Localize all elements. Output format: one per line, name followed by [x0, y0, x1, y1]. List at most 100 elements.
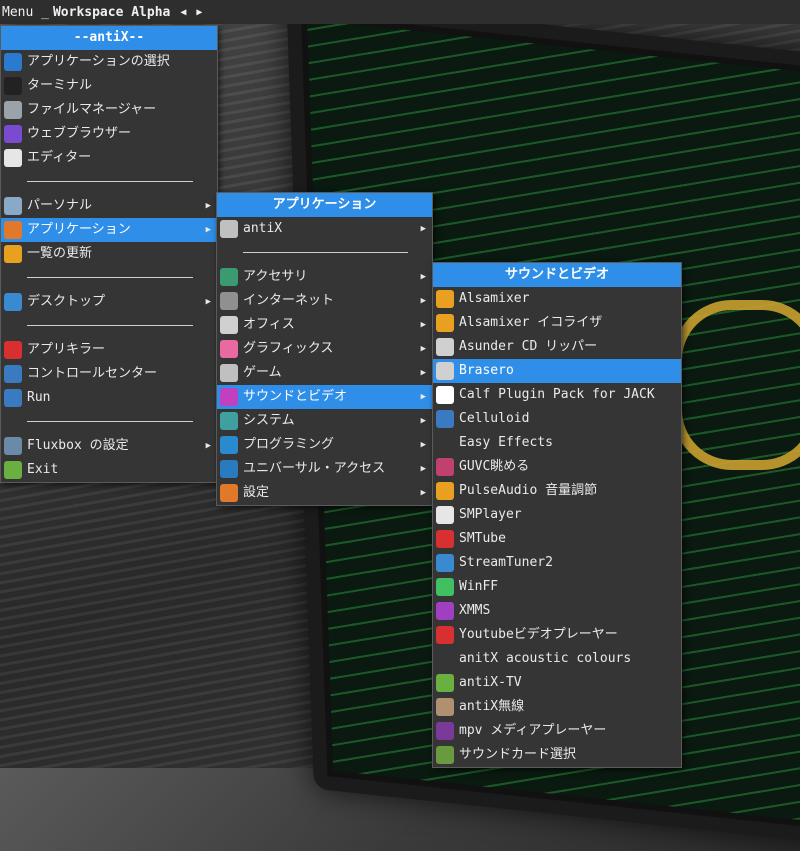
- menu-item-apps_menu-9[interactable]: プログラミング ▶: [217, 433, 432, 457]
- sound-video-submenu: サウンドとビデオ Alsamixer Alsamixer イコライザ Asunder…: [432, 262, 682, 768]
- system-icon: [220, 412, 238, 430]
- game-icon: [220, 364, 238, 382]
- close-icon: [4, 341, 22, 359]
- menu-item-smtube[interactable]: SMTube: [433, 527, 681, 551]
- submenu-arrow-icon: ▶: [205, 225, 211, 235]
- menu-item-sound_menu-19[interactable]: サウンドカード選択: [433, 743, 681, 767]
- office-icon: [220, 316, 238, 334]
- menu-item-exit[interactable]: Exit: [1, 458, 217, 482]
- menu-item-main_menu-4[interactable]: エディター: [1, 146, 217, 170]
- menu-item-celluloid[interactable]: Celluloid: [433, 407, 681, 431]
- menu-item-youtube[interactable]: Youtubeビデオプレーヤー: [433, 623, 681, 647]
- menu-item-apps_menu-2[interactable]: アクセサリ ▶: [217, 265, 432, 289]
- menu-item-anitx-acoustic-colours[interactable]: anitX acoustic colours: [433, 647, 681, 671]
- menu-item-label: SMPlayer: [459, 507, 522, 522]
- calf-icon: [436, 386, 454, 404]
- menu-item-alsamixer[interactable]: Alsamixer: [433, 287, 681, 311]
- menu-item-main_menu-6[interactable]: パーソナル ▶: [1, 194, 217, 218]
- menu-item-alsamixer[interactable]: Alsamixer イコライザ: [433, 311, 681, 335]
- exit-icon: [4, 461, 22, 479]
- menu-item-calf-plugin-pack-for-jack[interactable]: Calf Plugin Pack for JACK: [433, 383, 681, 407]
- menu-item-smplayer[interactable]: SMPlayer: [433, 503, 681, 527]
- menu-item-guvc[interactable]: GUVC眺める: [433, 455, 681, 479]
- menu-item-label: anitX acoustic colours: [459, 651, 632, 666]
- accessories-icon: [220, 268, 238, 286]
- menu-item-label: mpv メディアプレーヤー: [459, 723, 607, 738]
- menu-item-brasero[interactable]: Brasero: [433, 359, 681, 383]
- menu-item-label: サウンドとビデオ: [243, 389, 348, 404]
- menu-item-label: Asunder CD リッパー: [459, 339, 598, 354]
- webcam-icon: [436, 458, 454, 476]
- menu-item-antix-tv[interactable]: antiX-TV: [433, 671, 681, 695]
- menu-item-antix[interactable]: antiX ▶: [217, 217, 432, 241]
- submenu-arrow-icon: ▶: [420, 344, 426, 354]
- menu-item-main_menu-2[interactable]: ファイルマネージャー: [1, 98, 217, 122]
- menu-item-apps_menu-10[interactable]: ユニバーサル・アクセス ▶: [217, 457, 432, 481]
- wallpaper-gold-ornament: [672, 300, 800, 470]
- speaker-icon: [436, 314, 454, 332]
- terminal-icon: [4, 77, 22, 95]
- menu-item-fluxbox[interactable]: Fluxbox の設定 ▶: [1, 434, 217, 458]
- editor-icon: [4, 149, 22, 167]
- menu-item-easy-effects[interactable]: Easy Effects: [433, 431, 681, 455]
- menu-item-apps_menu-6[interactable]: ゲーム ▶: [217, 361, 432, 385]
- network-icon: [220, 292, 238, 310]
- workspace-name[interactable]: Workspace Alpha: [53, 5, 170, 20]
- volume-icon: [436, 482, 454, 500]
- menu-item-antix[interactable]: antiX無線: [433, 695, 681, 719]
- menu-item-main_menu-1[interactable]: ターミナル: [1, 74, 217, 98]
- menu-item-main_menu-0[interactable]: アプリケーションの選択: [1, 50, 217, 74]
- prev-workspace-icon[interactable]: ◀: [180, 7, 186, 18]
- menu-item-label: Exit: [27, 462, 59, 477]
- menu-separator: [1, 410, 217, 434]
- menu-item-run[interactable]: Run: [1, 386, 217, 410]
- menu-item-apps_menu-11[interactable]: 設定 ▶: [217, 481, 432, 505]
- main-menu: --antiX-- アプリケーションの選択 ターミナル ファイルマネージャー ウェブブ…: [0, 25, 218, 483]
- menu-item-label: サウンドカード選択: [459, 747, 577, 762]
- menu-item-label: アクセサリ: [243, 269, 308, 284]
- top-panel: Menu _ Workspace Alpha ◀ ▶: [0, 0, 800, 24]
- menu-item-apps_menu-7[interactable]: サウンドとビデオ ▶: [217, 385, 432, 409]
- submenu-arrow-icon: ▶: [420, 464, 426, 474]
- menu-item-main_menu-13[interactable]: コントロールセンター: [1, 362, 217, 386]
- submenu-arrow-icon: ▶: [420, 296, 426, 306]
- youtube-icon: [436, 530, 454, 548]
- desktop-icon: [4, 293, 22, 311]
- menu-item-main_menu-8[interactable]: 一覧の更新: [1, 242, 217, 266]
- submenu-arrow-icon: ▶: [420, 368, 426, 378]
- menu-item-label: アプリケーションの選択: [27, 54, 170, 69]
- menu-item-xmms[interactable]: XMMS: [433, 599, 681, 623]
- menu-item-label: Brasero: [459, 363, 514, 378]
- menu-item-streamtuner2[interactable]: StreamTuner2: [433, 551, 681, 575]
- menu-item-label: ターミナル: [27, 78, 93, 93]
- menu-item-label: アプリキラー: [27, 342, 106, 357]
- menu-item-apps_menu-4[interactable]: オフィス ▶: [217, 313, 432, 337]
- speaker-icon: [436, 290, 454, 308]
- menu-separator: [1, 314, 217, 338]
- menu-item-label: アプリケーション: [27, 222, 131, 237]
- menu-item-asunder-cd[interactable]: Asunder CD リッパー: [433, 335, 681, 359]
- menu-item-apps_menu-5[interactable]: グラフィックス ▶: [217, 337, 432, 361]
- menu-item-main_menu-10[interactable]: デスクトップ ▶: [1, 290, 217, 314]
- programming-icon: [220, 436, 238, 454]
- next-workspace-icon[interactable]: ▶: [196, 7, 202, 18]
- menu-item-label: ファイルマネージャー: [27, 102, 157, 117]
- submenu-arrow-icon: ▶: [205, 441, 211, 451]
- menu-item-main_menu-12[interactable]: アプリキラー: [1, 338, 217, 362]
- menu-item-label: antiX無線: [459, 699, 525, 714]
- menu-item-label: WinFF: [459, 579, 499, 594]
- submenu-arrow-icon: ▶: [420, 392, 426, 402]
- menu-item-apps_menu-3[interactable]: インターネット ▶: [217, 289, 432, 313]
- menu-item-main_menu-3[interactable]: ウェブブラウザー: [1, 122, 217, 146]
- graphics-icon: [220, 340, 238, 358]
- menu-item-apps_menu-8[interactable]: システム ▶: [217, 409, 432, 433]
- menu-item-label: デスクトップ: [27, 294, 106, 309]
- winff-icon: [436, 578, 454, 596]
- menu-item-pulseaudio[interactable]: PulseAudio 音量調節: [433, 479, 681, 503]
- menu-separator: [217, 241, 432, 265]
- menu-item-mpv[interactable]: mpv メディアプレーヤー: [433, 719, 681, 743]
- cd-ripper-icon: [436, 338, 454, 356]
- menu-button[interactable]: Menu _: [0, 5, 49, 20]
- menu-item-winff[interactable]: WinFF: [433, 575, 681, 599]
- menu-item-main_menu-7[interactable]: アプリケーション ▶: [1, 218, 217, 242]
